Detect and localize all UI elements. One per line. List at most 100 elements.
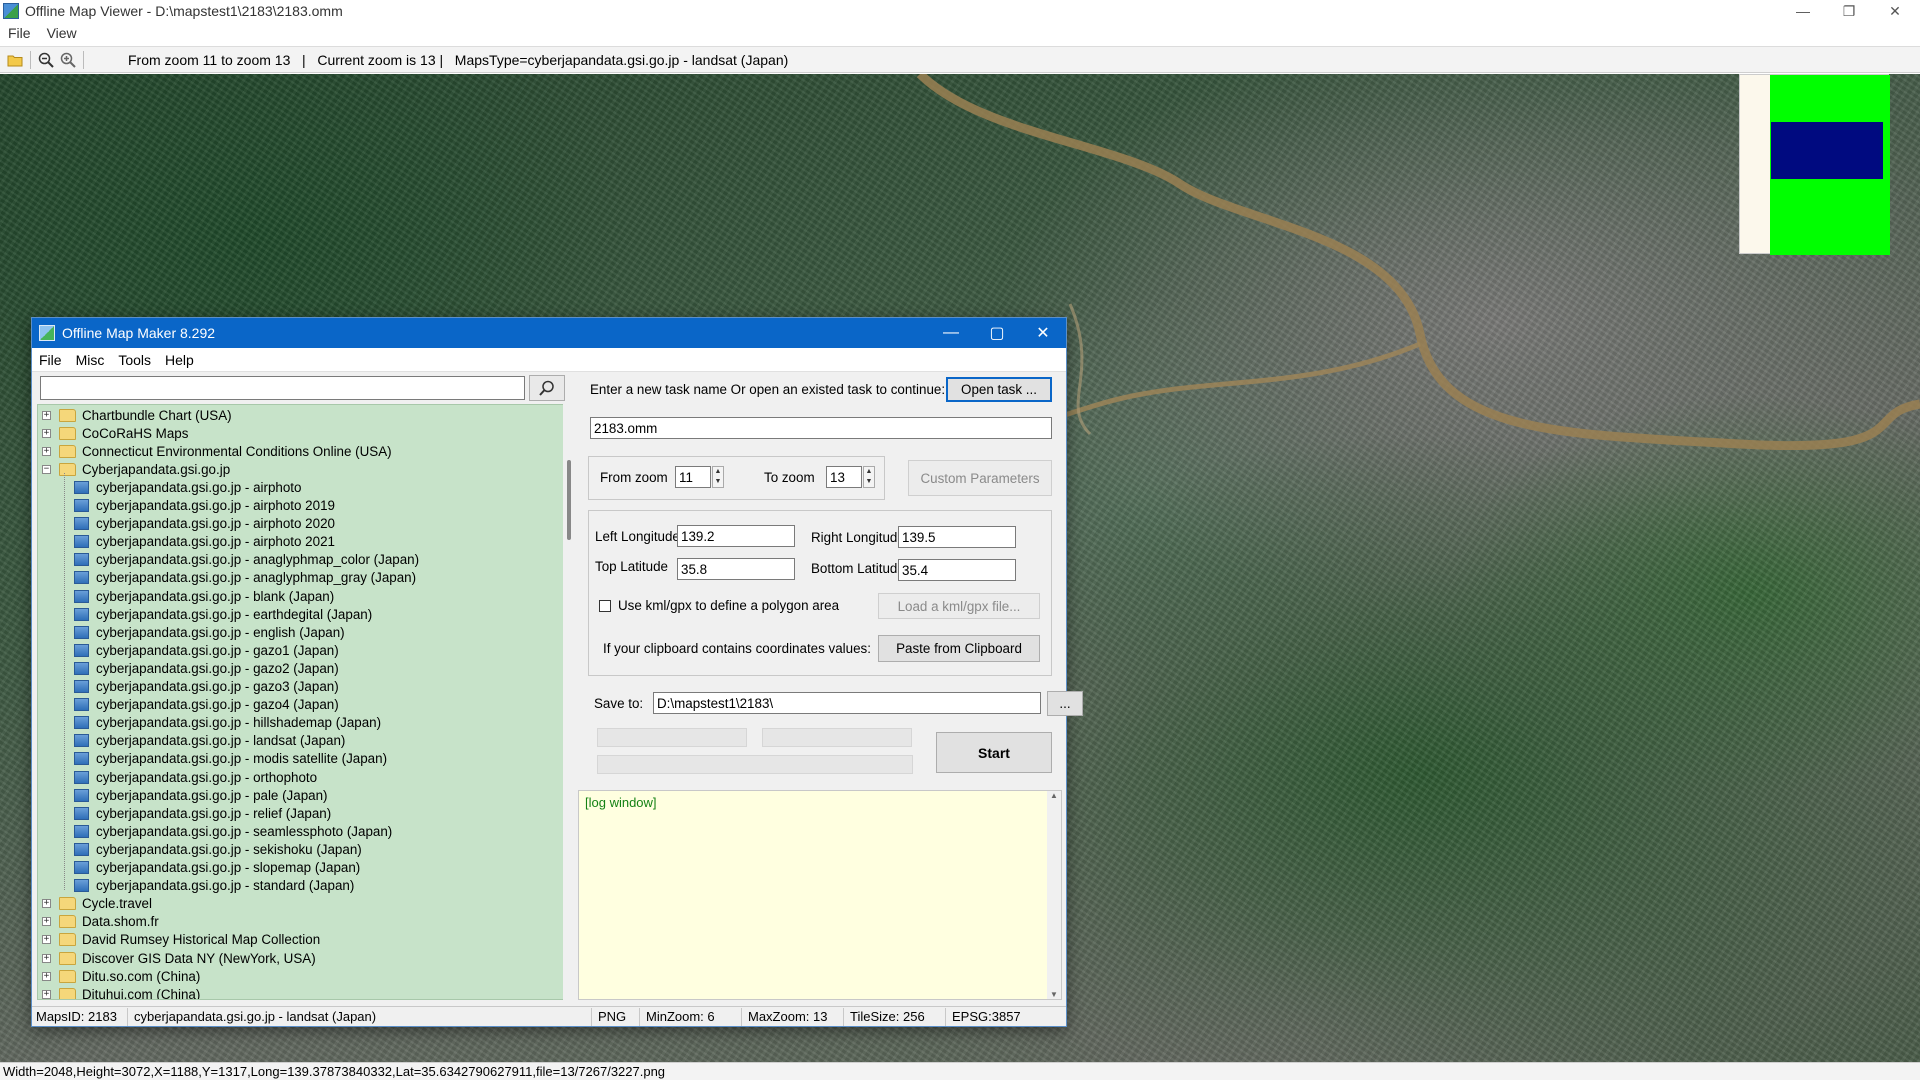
tree-map-node[interactable]: cyberjapandata.gsi.go.jp - seamlessphoto… xyxy=(74,822,392,840)
to-zoom-spinner[interactable]: ▲ ▼ xyxy=(863,466,875,488)
expand-icon[interactable]: + xyxy=(42,935,51,945)
folder-icon xyxy=(59,951,76,965)
dialog-menu-file[interactable]: File xyxy=(32,352,69,368)
dialog-minimize-button[interactable]: — xyxy=(928,318,974,348)
tree-folder-node[interactable]: + David Rumsey Historical Map Collection xyxy=(42,931,320,949)
close-button[interactable]: ✕ xyxy=(1872,0,1918,22)
scroll-up-icon[interactable]: ▲ xyxy=(1047,791,1061,800)
tree-map-node[interactable]: cyberjapandata.gsi.go.jp - anaglyphmap_g… xyxy=(74,569,416,587)
tree-folder-node[interactable]: + CoCoRaHS Maps xyxy=(42,424,188,442)
tree-map-node[interactable]: cyberjapandata.gsi.go.jp - landsat (Japa… xyxy=(74,732,345,750)
tree-map-node[interactable]: cyberjapandata.gsi.go.jp - airphoto xyxy=(74,478,301,496)
zoom-in-icon[interactable] xyxy=(57,50,79,70)
map-source-tree[interactable]: + Chartbundle Chart (USA) + CoCoRaHS Maps + C… xyxy=(37,404,568,1000)
dialog-menu-help[interactable]: Help xyxy=(158,352,201,368)
tree-node-label: cyberjapandata.gsi.go.jp - anaglyphmap_g… xyxy=(96,570,417,586)
tree-map-node[interactable]: cyberjapandata.gsi.go.jp - airphoto 2019 xyxy=(74,497,335,515)
kml-checkbox[interactable] xyxy=(599,600,611,612)
zoom-out-icon[interactable] xyxy=(35,50,57,70)
save-to-label: Save to: xyxy=(594,696,644,711)
from-zoom-spinner[interactable]: ▲ ▼ xyxy=(712,466,724,488)
menu-view[interactable]: View xyxy=(39,25,85,41)
open-task-button[interactable]: Open task ... xyxy=(946,377,1052,402)
bottom-latitude-field[interactable]: 35.4 xyxy=(898,559,1016,581)
open-folder-icon[interactable] xyxy=(4,50,26,70)
minimize-button[interactable]: — xyxy=(1780,0,1826,22)
dialog-menu-misc[interactable]: Misc xyxy=(69,352,112,368)
expand-icon[interactable]: + xyxy=(42,917,51,927)
tree-map-node[interactable]: cyberjapandata.gsi.go.jp - gazo4 (Japan) xyxy=(74,696,339,714)
paste-clipboard-button[interactable]: Paste from Clipboard xyxy=(878,635,1040,662)
collapse-icon[interactable]: − xyxy=(42,464,51,474)
tree-map-node[interactable]: cyberjapandata.gsi.go.jp - slopemap (Jap… xyxy=(74,859,360,877)
log-window[interactable]: [log window] xyxy=(578,790,1062,1000)
task-name-field[interactable]: 2183.omm xyxy=(590,417,1052,439)
map-layer-icon xyxy=(74,842,89,856)
map-search-input[interactable] xyxy=(40,376,525,400)
overview-minimap[interactable] xyxy=(1739,74,1890,255)
dialog-title: Offline Map Maker 8.292 xyxy=(62,325,216,341)
tree-map-node[interactable]: cyberjapandata.gsi.go.jp - modis satelli… xyxy=(74,750,387,768)
expand-icon[interactable]: + xyxy=(42,410,51,420)
tree-node-label: Dituhui.com (China) xyxy=(82,986,201,1000)
expand-icon[interactable]: + xyxy=(42,428,51,438)
tree-map-node[interactable]: cyberjapandata.gsi.go.jp - blank (Japan) xyxy=(74,587,334,605)
tree-folder-node[interactable]: + Dituhui.com (China) xyxy=(42,985,201,1000)
tree-map-node[interactable]: cyberjapandata.gsi.go.jp - orthophoto xyxy=(74,768,317,786)
tree-folder-node[interactable]: + Connecticut Environmental Conditions On… xyxy=(42,442,392,460)
start-button[interactable]: Start xyxy=(936,732,1052,773)
custom-parameters-button[interactable]: Custom Parameters xyxy=(908,460,1052,496)
left-longitude-field[interactable]: 139.2 xyxy=(677,525,795,547)
tree-folder-node[interactable]: + Cycle.travel xyxy=(42,895,152,913)
expand-icon[interactable]: + xyxy=(42,446,51,456)
tree-map-node[interactable]: cyberjapandata.gsi.go.jp - airphoto 2021 xyxy=(74,533,335,551)
tree-folder-node[interactable]: + Ditu.so.com (China) xyxy=(42,967,200,985)
dialog-maximize-button[interactable]: ▢ xyxy=(974,318,1020,348)
tree-scrollbar[interactable] xyxy=(563,404,577,1000)
expand-icon[interactable]: + xyxy=(42,989,51,999)
tree-folder-node[interactable]: + Data.shom.fr xyxy=(42,913,159,931)
expand-icon[interactable]: + xyxy=(42,899,51,909)
tree-map-node[interactable]: cyberjapandata.gsi.go.jp - airphoto 2020 xyxy=(74,515,335,533)
search-button[interactable] xyxy=(529,375,565,401)
log-scrollbar[interactable]: ▲ ▼ xyxy=(1047,791,1061,999)
tree-folder-node[interactable]: + Discover GIS Data NY (NewYork, USA) xyxy=(42,949,316,967)
expand-icon[interactable]: + xyxy=(42,953,51,963)
load-kml-button[interactable]: Load a kml/gpx file... xyxy=(878,593,1040,619)
right-longitude-field[interactable]: 139.5 xyxy=(898,526,1016,548)
tree-map-node[interactable]: cyberjapandata.gsi.go.jp - earthdegital … xyxy=(74,605,372,623)
bottom-latitude-label: Bottom Latitude xyxy=(811,561,905,576)
folder-icon xyxy=(59,444,76,458)
tree-map-node[interactable]: cyberjapandata.gsi.go.jp - english (Japa… xyxy=(74,623,345,641)
tree-map-node[interactable]: cyberjapandata.gsi.go.jp - pale (Japan) xyxy=(74,786,328,804)
tree-map-node[interactable]: cyberjapandata.gsi.go.jp - gazo2 (Japan) xyxy=(74,659,339,677)
from-zoom-field[interactable]: 11 xyxy=(675,466,711,488)
scroll-down-icon[interactable]: ▼ xyxy=(1047,990,1061,999)
tree-map-node[interactable]: cyberjapandata.gsi.go.jp - anaglyphmap_c… xyxy=(74,551,419,569)
tree-map-node[interactable]: cyberjapandata.gsi.go.jp - gazo1 (Japan) xyxy=(74,641,339,659)
tree-map-node[interactable]: cyberjapandata.gsi.go.jp - relief (Japan… xyxy=(74,804,331,822)
tree-node-label: cyberjapandata.gsi.go.jp - standard (Jap… xyxy=(96,878,355,894)
tree-node-label: cyberjapandata.gsi.go.jp - modis satelli… xyxy=(96,751,388,767)
tree-node-label: cyberjapandata.gsi.go.jp - landsat (Japa… xyxy=(96,733,346,749)
right-longitude-label: Right Longitude xyxy=(811,530,905,545)
to-zoom-field[interactable]: 13 xyxy=(826,466,862,488)
tree-map-node[interactable]: cyberjapandata.gsi.go.jp - hillshademap … xyxy=(74,714,381,732)
tree-node-label: cyberjapandata.gsi.go.jp - gazo3 (Japan) xyxy=(96,679,339,694)
tree-map-node[interactable]: cyberjapandata.gsi.go.jp - standard (Jap… xyxy=(74,877,354,895)
browse-button[interactable]: ... xyxy=(1047,691,1083,716)
dialog-menu-tools[interactable]: Tools xyxy=(111,352,158,368)
tree-map-node[interactable]: cyberjapandata.gsi.go.jp - gazo3 (Japan) xyxy=(74,678,339,696)
tree-node-label: Discover GIS Data NY (NewYork, USA) xyxy=(82,950,316,966)
menu-file[interactable]: File xyxy=(0,25,39,41)
tree-folder-node[interactable]: − Cyberjapandata.gsi.go.jp xyxy=(42,460,230,478)
tree-scroll-thumb[interactable] xyxy=(567,460,571,540)
top-latitude-field[interactable]: 35.8 xyxy=(677,558,795,580)
dialog-close-button[interactable]: ✕ xyxy=(1020,318,1066,348)
tree-folder-node[interactable]: + Chartbundle Chart (USA) xyxy=(42,406,232,424)
maximize-button[interactable]: ❐ xyxy=(1826,0,1872,22)
save-to-field[interactable]: D:\mapstest1\2183\ xyxy=(653,692,1041,714)
tree-map-node[interactable]: cyberjapandata.gsi.go.jp - sekishoku (Ja… xyxy=(74,840,362,858)
status-epsg: EPSG:3857 xyxy=(952,1009,1021,1024)
expand-icon[interactable]: + xyxy=(42,971,51,981)
